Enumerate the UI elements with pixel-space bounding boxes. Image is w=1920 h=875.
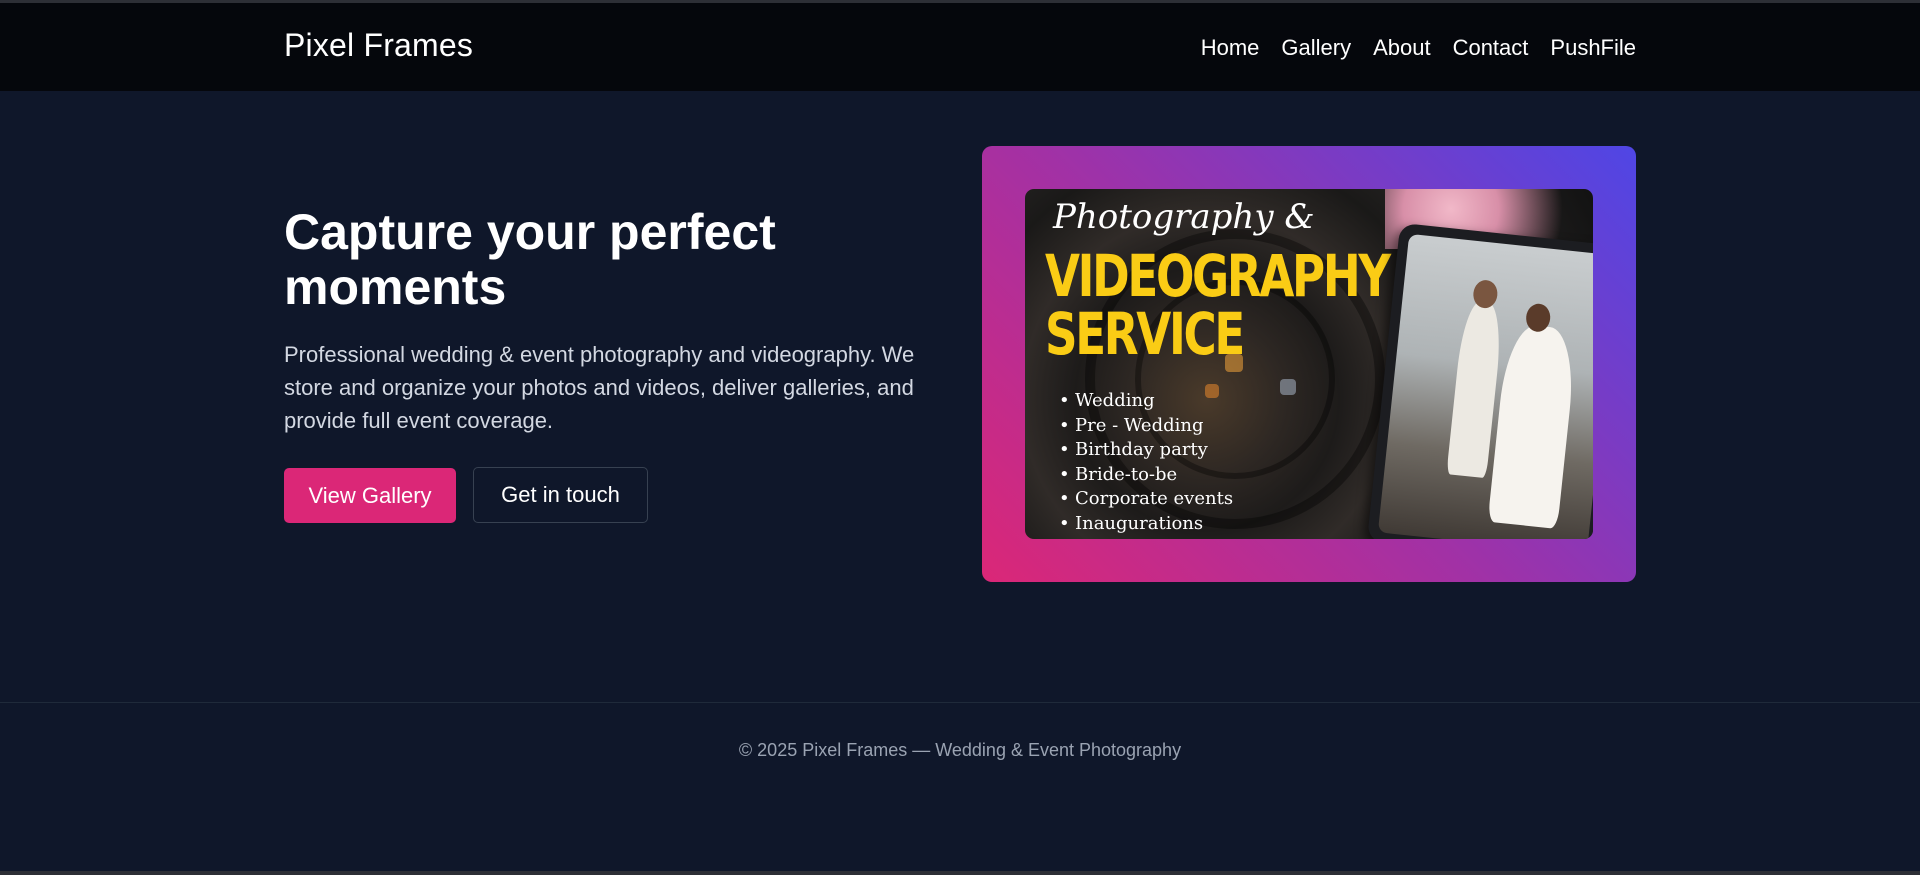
brand-logo[interactable]: Pixel Frames bbox=[284, 27, 473, 64]
services-list: Wedding Pre - Wedding Birthday party Bri… bbox=[1059, 389, 1233, 536]
service-item: Corporate events bbox=[1059, 487, 1233, 512]
promo-image: Photography & VIDEOGRAPHY SERVICE Weddin… bbox=[1025, 189, 1593, 539]
service-item: Pre - Wedding bbox=[1059, 414, 1233, 439]
site-footer: © 2025 Pixel Frames — Wedding & Event Ph… bbox=[0, 702, 1920, 871]
service-item: Inaugurations bbox=[1059, 512, 1233, 537]
hero-title: Capture your perfect moments bbox=[284, 204, 776, 315]
footer-copyright: © 2025 Pixel Frames — Wedding & Event Ph… bbox=[738, 740, 1182, 760]
service-item: Wedding bbox=[1059, 389, 1233, 414]
promo-heading-line-1: VIDEOGRAPHY bbox=[1045, 242, 1391, 310]
window-bottom-border bbox=[0, 871, 1920, 875]
view-gallery-button[interactable]: View Gallery bbox=[284, 468, 456, 523]
service-item: Bride-to-be bbox=[1059, 463, 1233, 488]
nav-about[interactable]: About bbox=[1373, 35, 1431, 61]
promo-heading-line-2: SERVICE bbox=[1045, 300, 1245, 368]
nav-gallery[interactable]: Gallery bbox=[1281, 35, 1351, 61]
promo-heading: VIDEOGRAPHY SERVICE bbox=[1045, 242, 1391, 368]
bokeh-light-decoration bbox=[1280, 379, 1296, 395]
bride-figure bbox=[1487, 322, 1579, 529]
site-header: Pixel Frames Home Gallery About Contact … bbox=[0, 3, 1920, 91]
hero-image-card: Photography & VIDEOGRAPHY SERVICE Weddin… bbox=[982, 146, 1636, 582]
nav-home[interactable]: Home bbox=[1201, 35, 1260, 61]
service-item: Birthday party bbox=[1059, 438, 1233, 463]
nav-pushfile[interactable]: PushFile bbox=[1550, 35, 1636, 61]
wedding-couple-photo bbox=[1377, 233, 1593, 539]
nav-contact[interactable]: Contact bbox=[1453, 35, 1529, 61]
main-nav: Home Gallery About Contact PushFile bbox=[1201, 35, 1636, 61]
hero-description: Professional wedding & event photography… bbox=[284, 342, 915, 433]
tablet-device-image bbox=[1366, 222, 1593, 539]
promo-script-title: Photography & bbox=[1053, 197, 1315, 237]
get-in-touch-button[interactable]: Get in touch bbox=[473, 467, 648, 523]
